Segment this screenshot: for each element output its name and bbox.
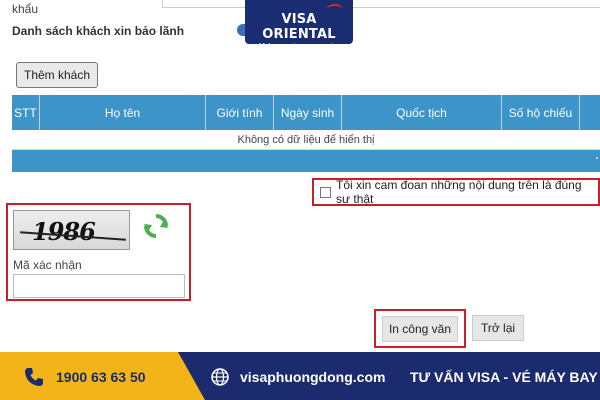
phone-icon	[25, 368, 43, 386]
captcha-label: Mã xác nhận	[13, 258, 82, 272]
column-header-name[interactable]: Họ tên	[40, 95, 206, 130]
logo-brand: VISA ORIENTAL	[262, 12, 336, 42]
agreement-checkbox[interactable]	[320, 186, 331, 198]
print-highlight: In công văn	[374, 309, 466, 348]
table-header: STT Họ tên Giới tính Ngày sinh Quốc tịch…	[12, 95, 600, 130]
column-header-dob[interactable]: Ngày sinh	[274, 95, 342, 130]
captcha-input[interactable]	[13, 274, 185, 298]
empty-message: Không có dữ liệu để hiển thị	[12, 130, 600, 150]
agreement-row[interactable]: Tôi xin cam đoan những nội dung trên là …	[312, 178, 600, 206]
logo-slogan: Make your journeys easier	[258, 43, 340, 50]
globe-icon	[211, 368, 229, 386]
website-link[interactable]: visaphuongdong.com	[240, 369, 385, 385]
section-title: Danh sách khách xin bảo lãnh	[12, 24, 185, 38]
print-letter-button[interactable]: In công văn	[382, 315, 458, 342]
swoosh-icon	[327, 4, 343, 14]
field-label-passport: khẩu	[12, 2, 39, 16]
agreement-label: Tôi xin cam đoan những nội dung trên là …	[336, 178, 582, 206]
column-header-nationality[interactable]: Quốc tịch	[342, 95, 502, 130]
column-header-stt[interactable]: STT	[12, 95, 40, 130]
back-button[interactable]: Trở lại	[472, 315, 524, 341]
refresh-icon[interactable]	[143, 213, 169, 239]
captcha-image: 1986	[13, 210, 130, 250]
table-footer	[12, 150, 600, 172]
service-tagline: TƯ VẤN VISA - VÉ MÁY BAY	[410, 369, 598, 385]
column-header-passport[interactable]: Số hộ chiếu	[502, 95, 580, 130]
captcha-code: 1986	[32, 217, 96, 246]
guest-table: STT Họ tên Giới tính Ngày sinh Quốc tịch…	[12, 95, 600, 172]
captcha-section: 1986 Mã xác nhận	[6, 203, 191, 301]
pager-marker	[596, 157, 598, 159]
column-header-gender[interactable]: Giới tính	[206, 95, 274, 130]
phone-number[interactable]: 1900 63 63 50	[56, 369, 146, 385]
passport-input[interactable]	[162, 0, 600, 8]
column-header-extra	[580, 95, 600, 130]
logo: VISA ORIENTAL Make your journeys easier	[245, 0, 353, 50]
add-guest-button[interactable]: Thêm khách	[16, 62, 98, 88]
